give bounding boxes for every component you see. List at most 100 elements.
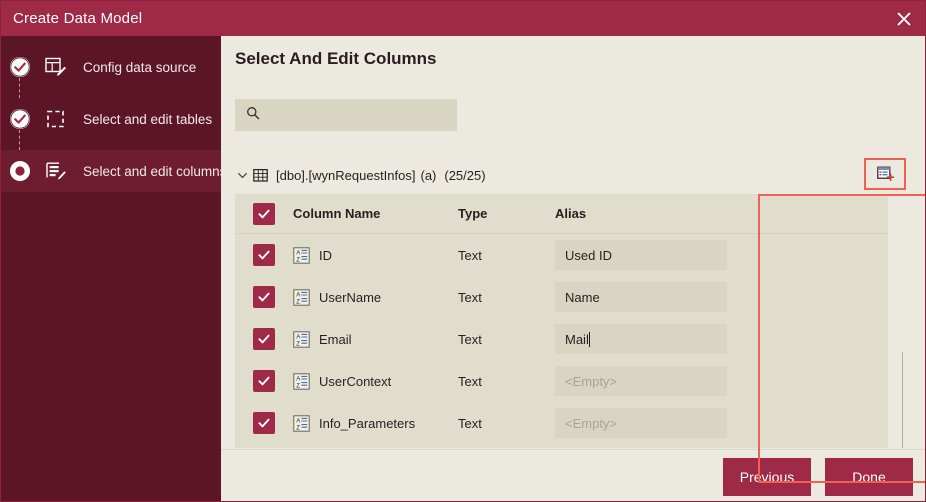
alias-input[interactable]: <Empty>	[555, 366, 727, 396]
check-circle-icon	[9, 56, 31, 78]
select-all-cell	[235, 202, 293, 225]
text-type-icon: A Z	[293, 246, 311, 264]
alias-input[interactable]: Name	[555, 282, 727, 312]
row-checkbox[interactable]	[253, 370, 275, 392]
search-input[interactable]	[266, 101, 441, 129]
svg-text:Z: Z	[296, 383, 300, 389]
row-select-cell	[235, 370, 293, 392]
alias-value: Used ID	[565, 247, 612, 263]
row-column-name-cell: A Z ID	[293, 246, 458, 264]
row-alias-cell: Name	[543, 282, 888, 312]
sidebar-item-select-and-edit-columns[interactable]: Select and edit columns	[1, 150, 226, 192]
svg-text:A: A	[296, 292, 300, 298]
wizard-steps-sidebar: Config data source Select and edit table…	[1, 36, 226, 501]
alias-placeholder: <Empty>	[565, 373, 618, 389]
table-row: A Z UserName Text Name	[235, 276, 888, 318]
add-column-icon	[876, 166, 894, 182]
table-row: A Z Info_Parameters Text <Empty>	[235, 402, 888, 444]
columns-grid-body: Column Name Type Alias A Z ID Text Used …	[235, 194, 888, 448]
close-icon[interactable]	[881, 1, 925, 36]
create-data-model-dialog: Create Data Model Config data source Sel…	[0, 0, 926, 502]
table-row: A Z Email Text Mail	[235, 318, 888, 360]
row-type: Text	[458, 247, 482, 263]
page-title: Select And Edit Columns	[235, 49, 437, 68]
done-button[interactable]: Done	[825, 457, 913, 496]
table-group-alias: (a)	[420, 167, 437, 183]
text-caret	[588, 331, 590, 347]
header-column-name: Column Name	[293, 206, 381, 221]
svg-text:A: A	[296, 334, 300, 340]
table-grid-icon	[253, 168, 268, 183]
add-column-button[interactable]	[864, 158, 906, 190]
columns-grid: Column Name Type Alias A Z ID Text Used …	[235, 194, 903, 448]
row-alias-cell: Mail	[543, 324, 888, 354]
sidebar-item-config-data-source[interactable]: Config data source	[1, 46, 221, 98]
row-alias-cell: <Empty>	[543, 408, 888, 438]
data-source-edit-icon	[43, 56, 69, 78]
row-checkbox[interactable]	[253, 244, 275, 266]
row-column-name: Info_Parameters	[319, 415, 416, 431]
header-type: Type	[458, 206, 488, 221]
row-column-name-cell: A Z Email	[293, 330, 458, 348]
search-icon	[246, 106, 260, 125]
alias-placeholder: <Empty>	[565, 415, 618, 431]
row-column-name: UserContext	[319, 373, 392, 389]
row-column-name-cell: A Z UserContext	[293, 372, 458, 390]
row-select-cell	[235, 328, 293, 350]
alias-value: Mail	[565, 331, 589, 347]
row-type: Text	[458, 331, 482, 347]
columns-edit-icon	[43, 160, 69, 182]
grid-vertical-scrollbar[interactable]	[902, 352, 903, 448]
row-column-name-cell: A Z UserName	[293, 288, 458, 306]
grid-header-row: Column Name Type Alias	[235, 194, 888, 234]
current-step-dot-icon	[9, 160, 31, 182]
select-all-checkbox[interactable]	[253, 202, 275, 225]
alias-input[interactable]: Used ID	[555, 240, 727, 270]
step-connector-line	[19, 130, 20, 150]
alias-input[interactable]: <Empty>	[555, 408, 727, 438]
sidebar-item-label: Select and edit tables	[83, 111, 213, 127]
row-type: Text	[458, 289, 482, 305]
text-type-icon: A Z	[293, 288, 311, 306]
text-type-icon: A Z	[293, 372, 311, 390]
row-type: Text	[458, 373, 482, 389]
svg-text:A: A	[296, 376, 300, 382]
svg-text:Z: Z	[296, 257, 300, 263]
sidebar-item-label: Config data source	[83, 59, 197, 75]
main-panel: Select And Edit Columns [dbo].[wynReques…	[221, 36, 925, 501]
table-group-count: (25/25)	[444, 167, 486, 183]
row-select-cell	[235, 286, 293, 308]
header-alias: Alias	[555, 206, 587, 221]
svg-text:Z: Z	[296, 341, 300, 347]
alias-input[interactable]: Mail	[555, 324, 727, 354]
text-type-icon: A Z	[293, 330, 311, 348]
step-connector-line	[19, 78, 20, 98]
dialog-footer: Previous Done	[221, 449, 925, 501]
chevron-down-icon[interactable]	[235, 170, 249, 181]
table-group-header[interactable]: [dbo].[wynRequestInfos] (a) (25/25)	[235, 164, 486, 186]
svg-text:Z: Z	[296, 299, 300, 305]
dialog-titlebar: Create Data Model	[1, 1, 925, 36]
scrollbar-thumb[interactable]	[902, 352, 903, 448]
row-type: Text	[458, 415, 482, 431]
alias-value: Name	[565, 289, 600, 305]
row-column-name: ID	[319, 247, 332, 263]
dialog-title: Create Data Model	[13, 10, 143, 27]
row-select-cell	[235, 412, 293, 434]
row-checkbox[interactable]	[253, 328, 275, 350]
sidebar-item-select-and-edit-tables[interactable]: Select and edit tables	[1, 98, 221, 150]
svg-text:A: A	[296, 250, 300, 256]
table-row: A Z UserContext Text <Empty>	[235, 360, 888, 402]
row-checkbox[interactable]	[253, 286, 275, 308]
row-select-cell	[235, 244, 293, 266]
svg-text:A: A	[296, 418, 300, 424]
row-checkbox[interactable]	[253, 412, 275, 434]
previous-button[interactable]: Previous	[723, 457, 811, 496]
search-field[interactable]	[235, 99, 457, 131]
row-column-name: UserName	[319, 289, 382, 305]
table-row: A Z ID Text Used ID	[235, 234, 888, 276]
table-group-name: [dbo].[wynRequestInfos]	[276, 167, 416, 183]
text-type-icon: A Z	[293, 414, 311, 432]
sidebar-item-label: Select and edit columns	[83, 163, 227, 179]
svg-text:Z: Z	[296, 425, 300, 431]
